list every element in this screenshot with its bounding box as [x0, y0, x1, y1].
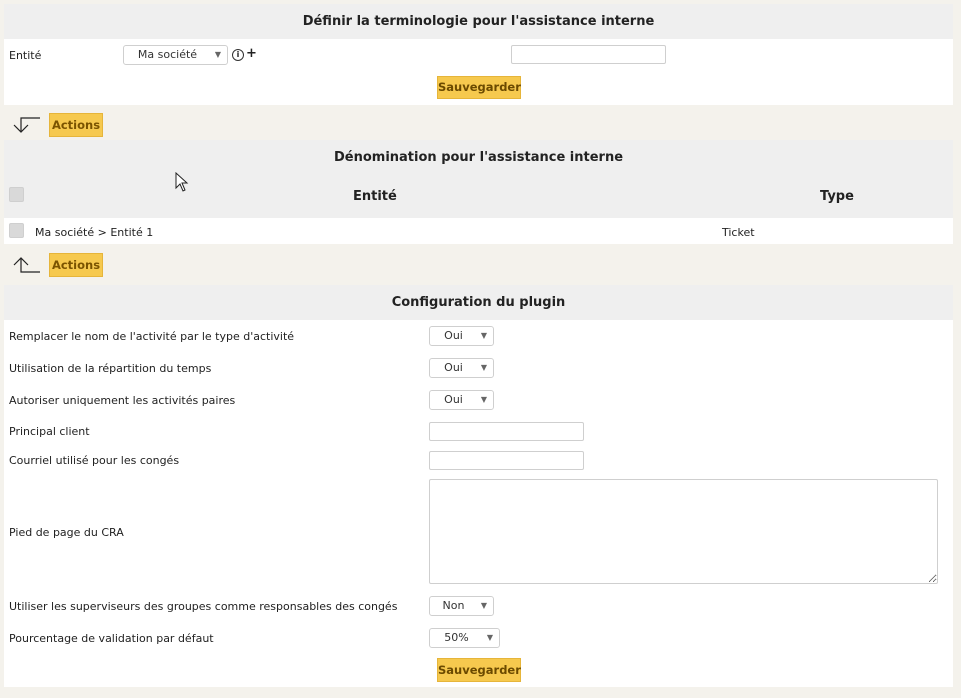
table-row[interactable]: Ma société > Entité 1 Ticket	[4, 218, 953, 244]
entity-label: Entité	[9, 49, 42, 62]
terminology-input[interactable]	[511, 45, 666, 64]
field-label-cra-footer: Pied de page du CRA	[9, 526, 124, 539]
validation-percent-value: 50%	[444, 631, 469, 644]
chevron-down-icon: ▼	[480, 363, 487, 372]
save-config-button[interactable]: Sauvegarder	[437, 658, 521, 682]
time-split-value: Oui	[444, 361, 463, 374]
column-header-type[interactable]: Type	[820, 189, 854, 204]
config-panel: Configuration du plugin Remplacer le nom…	[4, 285, 953, 687]
paired-activities-value: Oui	[444, 393, 463, 406]
field-label-main-client: Principal client	[9, 425, 90, 438]
arrow-down-left-icon	[13, 117, 40, 133]
arrow-up-left-icon	[13, 257, 40, 273]
group-supervisors-value: Non	[442, 599, 465, 612]
table-header: Entité Type	[4, 175, 953, 218]
replace-activity-value: Oui	[444, 329, 463, 342]
main-client-input[interactable]	[429, 422, 584, 441]
info-circle-icon[interactable]: i	[232, 49, 244, 61]
chevron-down-icon: ▼	[480, 601, 487, 610]
time-split-select[interactable]: Oui ▼	[429, 358, 494, 378]
plus-icon[interactable]: +	[246, 46, 257, 61]
field-label-validation-percent: Pourcentage de validation par défaut	[9, 632, 214, 645]
terminology-panel: Définir la terminologie pour l'assistanc…	[4, 4, 953, 105]
validation-percent-select[interactable]: 50% ▼	[429, 628, 500, 648]
denomination-panel: Dénomination pour l'assistance interne E…	[4, 140, 953, 244]
actions-button-top[interactable]: Actions	[49, 113, 103, 137]
actions-button-bottom[interactable]: Actions	[49, 253, 103, 277]
field-label-replace-activity: Remplacer le nom de l'activité par le ty…	[9, 330, 295, 343]
mouse-cursor-icon	[175, 172, 189, 192]
column-header-entity[interactable]: Entité	[353, 189, 397, 204]
field-label-leave-email: Courriel utilisé pour les congés	[9, 454, 180, 467]
entity-select[interactable]: Ma société ▼	[123, 45, 228, 65]
field-label-paired-activities: Autoriser uniquement les activités paire…	[9, 394, 236, 407]
select-all-checkbox[interactable]	[9, 187, 24, 202]
row-checkbox[interactable]	[9, 223, 24, 238]
denomination-title: Dénomination pour l'assistance interne	[4, 140, 953, 175]
entity-select-value: Ma société	[137, 48, 198, 61]
field-label-time-split: Utilisation de la répartition du temps	[9, 362, 212, 375]
row-entity-link[interactable]: Ma société > Entité 1	[35, 226, 153, 239]
group-supervisors-select[interactable]: Non ▼	[429, 596, 494, 616]
field-label-group-supervisors: Utiliser les superviseurs des groupes co…	[9, 600, 398, 613]
row-type: Ticket	[722, 226, 755, 239]
replace-activity-select[interactable]: Oui ▼	[429, 326, 494, 346]
chevron-down-icon: ▼	[480, 331, 487, 340]
cra-footer-textarea[interactable]	[429, 479, 938, 584]
save-terminology-button[interactable]: Sauvegarder	[437, 76, 521, 99]
terminology-title: Définir la terminologie pour l'assistanc…	[4, 4, 953, 39]
leave-email-input[interactable]	[429, 451, 584, 470]
chevron-down-icon: ▼	[480, 395, 487, 404]
paired-activities-select[interactable]: Oui ▼	[429, 390, 494, 410]
config-title: Configuration du plugin	[4, 285, 953, 320]
chevron-down-icon: ▼	[486, 633, 493, 642]
chevron-down-icon: ▼	[214, 50, 221, 59]
